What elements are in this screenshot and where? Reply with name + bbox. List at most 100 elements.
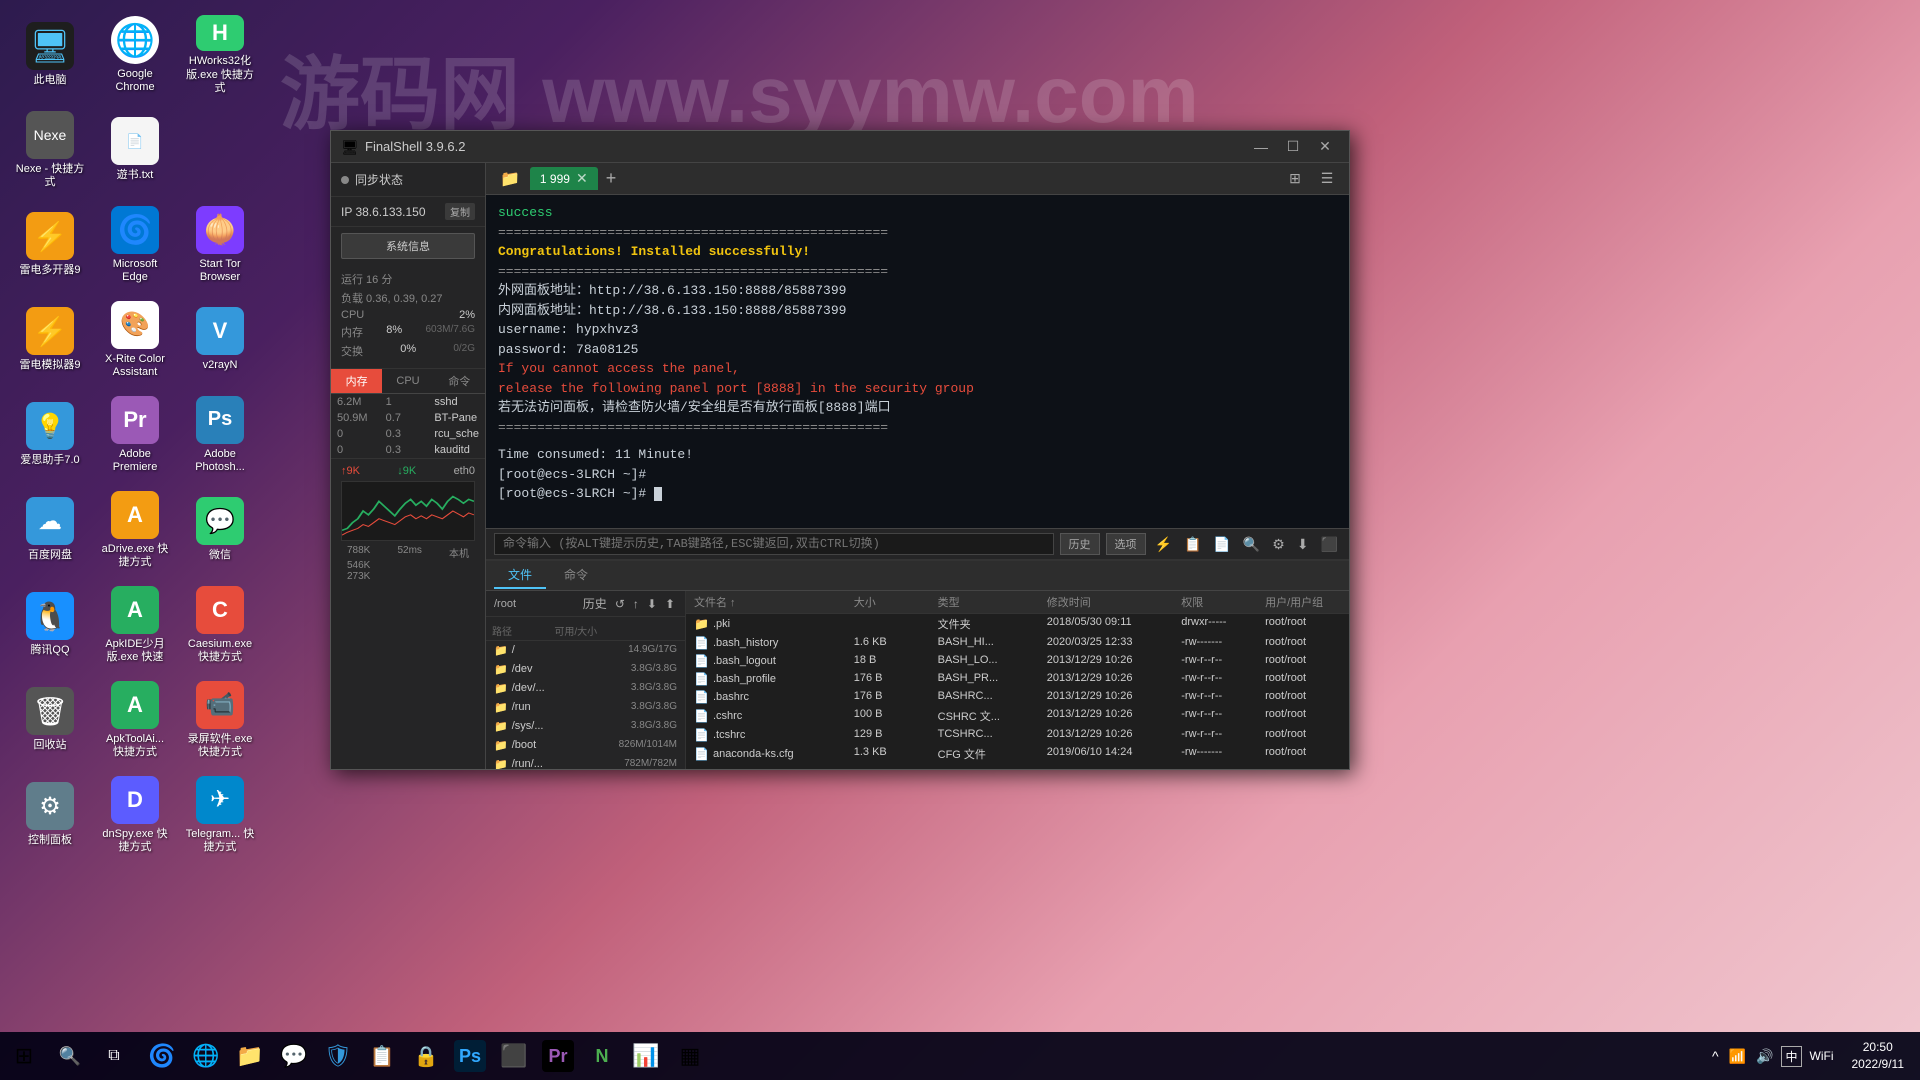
taskbar-360[interactable]: 🛡 [316, 1034, 360, 1078]
network-icon[interactable]: 📶 [1727, 1048, 1748, 1065]
disk-item-dev[interactable]: 📁/dev3.8G/3.8G [486, 660, 685, 679]
left-tab-cmd[interactable]: 命令 [434, 369, 485, 393]
net-stats: ↑9K ↓9K eth0 788K 52ms [331, 458, 485, 592]
window-cmd-icon[interactable]: ⬛ [1318, 536, 1341, 553]
list-view-button[interactable]: ☰ [1313, 169, 1341, 189]
left-panel: 同步状态 IP 38.6.133.150 复制 系统信息 运行 16 分 负载 … [331, 163, 486, 769]
icon-xrite[interactable]: 🎨 X-Rite Color Assistant [95, 295, 175, 385]
taskbar-chrome[interactable]: 🌐 [184, 1034, 228, 1078]
search-button[interactable]: 🔍 [48, 1034, 92, 1078]
file-row-cshrc[interactable]: 📄.cshrc 100 B CSHRC 文... 2013/12/29 10:2… [686, 706, 1349, 726]
volume-icon[interactable]: 🔊 [1754, 1048, 1775, 1065]
taskbar-ps[interactable]: Ps [448, 1034, 492, 1078]
icon-adrive[interactable]: A aDrive.exe 快捷方式 [95, 485, 175, 575]
start-button[interactable]: ⊞ [0, 1032, 48, 1080]
grid-view-button[interactable]: ⊞ [1281, 169, 1309, 189]
upload-tree-button[interactable]: ⬆ [663, 595, 677, 612]
icon-baidu[interactable]: ☁ 百度网盘 [10, 485, 90, 575]
copy-ip-button[interactable]: 复制 [445, 203, 475, 220]
minimize-button[interactable]: — [1247, 137, 1275, 157]
icon-adobe-pre[interactable]: Pr Adobe Premiere [95, 390, 175, 480]
icon-edge[interactable]: 🌀 Microsoft Edge [95, 200, 175, 290]
system-clock[interactable]: 20:50 2022/9/11 [1844, 1039, 1913, 1073]
icon-caesium[interactable]: C Caesium.exe 快捷方式 [180, 580, 260, 670]
disk-item-root[interactable]: 📁/14.9G/17G [486, 641, 685, 660]
wifi-icon[interactable]: WiFi [1808, 1049, 1836, 1063]
up-tree-button[interactable]: ↑ [631, 595, 641, 612]
file-row-anaconda[interactable]: 📄anaconda-ks.cfg 1.3 KB CFG 文件 2019/06/1… [686, 744, 1349, 764]
settings-cmd-icon[interactable]: ⚙ [1269, 536, 1288, 553]
file-row-tcshrc[interactable]: 📄.tcshrc 129 B TCSHRC... 2013/12/29 10:2… [686, 726, 1349, 744]
icon-nexe[interactable]: Nexe Nexe - 快捷方式 [10, 105, 90, 195]
icon-pc[interactable]: 🖥 此电脑 [10, 10, 90, 100]
icon-tor[interactable]: 🧅 Start Tor Browser [180, 200, 260, 290]
options-button[interactable]: 选项 [1106, 533, 1146, 555]
taskbar-edge[interactable]: 🌀 [140, 1034, 184, 1078]
copy-cmd-icon[interactable]: 📋 [1181, 536, 1204, 553]
history-button[interactable]: 历史 [1060, 533, 1100, 555]
history-tree-button[interactable]: 历史 [581, 595, 609, 612]
left-tab-mem[interactable]: 内存 [331, 369, 382, 393]
icon-apk[interactable]: A ApkIDE少月版.exe 快速 [95, 580, 175, 670]
icon-dnspy[interactable]: D dnSpy.exe 快捷方式 [95, 770, 175, 860]
add-tab-button[interactable]: + [602, 168, 621, 189]
icon-thunder[interactable]: ⚡ 雷电多开器9 [10, 200, 90, 290]
taskbar-app2[interactable]: 🔒 [404, 1034, 448, 1078]
icon-qq[interactable]: 🐧 腾讯QQ [10, 580, 90, 670]
task-view-button[interactable]: ⧉ [92, 1034, 136, 1078]
file-row-pki[interactable]: 📁.pki 文件夹 2018/05/30 09:11 drwxr----- ro… [686, 614, 1349, 634]
disk-item-boot[interactable]: 📁/boot826M/1014M [486, 736, 685, 755]
icon-wechat[interactable]: 💬 微信 [180, 485, 260, 575]
show-hidden-icon[interactable]: ^ [1710, 1048, 1721, 1064]
file-row-bash-profile[interactable]: 📄.bash_profile 176 B BASH_PR... 2013/12/… [686, 670, 1349, 688]
disk-item-run[interactable]: 📁/run3.8G/3.8G [486, 698, 685, 717]
icon-recycle[interactable]: 🗑 回收站 [10, 675, 90, 765]
icon-txt-label: 遊书.txt [117, 169, 154, 182]
session-tab-1[interactable]: 1 999 ✕ [530, 167, 598, 190]
taskbar-premiere[interactable]: Pr [536, 1034, 580, 1078]
lightning-icon[interactable]: ⚡ [1152, 536, 1175, 553]
icon-hworks[interactable]: H HWorks32化版.exe 快捷方式 [180, 10, 260, 100]
close-button[interactable]: ✕ [1311, 137, 1339, 157]
paste-cmd-icon[interactable]: 📄 [1210, 536, 1233, 553]
icon-apktool[interactable]: A ApkToolAi... 快捷方式 [95, 675, 175, 765]
cmd-input-field[interactable] [494, 533, 1054, 555]
taskbar-app1[interactable]: 📋 [360, 1034, 404, 1078]
file-row-bash-logout[interactable]: 📄.bash_logout 18 B BASH_LO... 2013/12/29… [686, 652, 1349, 670]
disk-item-dev2[interactable]: 📁/dev/...3.8G/3.8G [486, 679, 685, 698]
maximize-button[interactable]: ☐ [1279, 137, 1307, 157]
icon-txt[interactable]: 📄 遊书.txt [95, 105, 175, 195]
taskbar-excel[interactable]: 📊 [624, 1034, 668, 1078]
search-cmd-icon[interactable]: 🔍 [1240, 536, 1263, 553]
icon-photosh[interactable]: Ps Adobe Photosh... [180, 390, 260, 480]
tab-close-icon[interactable]: ✕ [576, 170, 588, 187]
file-panel-tab-files[interactable]: 文件 [494, 562, 546, 589]
lang-icon[interactable]: 中 [1781, 1046, 1801, 1067]
term-time: Time consumed: 11 Minute! [498, 445, 1337, 465]
disk-item-run2[interactable]: 📁/run/...782M/782M [486, 755, 685, 769]
icon-ai[interactable]: 💡 爱思助手7.0 [10, 390, 90, 480]
taskbar-app4[interactable]: ▦ [668, 1034, 712, 1078]
down-arrow-icon[interactable]: ⬇ [1294, 536, 1312, 553]
taskbar-terminal[interactable]: ⬛ [492, 1034, 536, 1078]
file-row-bashrc[interactable]: 📄.bashrc 176 B BASHRC... 2013/12/29 10:2… [686, 688, 1349, 706]
left-tab-cpu[interactable]: CPU [382, 369, 433, 393]
taskbar-nox[interactable]: N [580, 1034, 624, 1078]
icon-chrome[interactable]: 🌐 Google Chrome [95, 10, 175, 100]
icon-telegram[interactable]: ✈ Telegram... 快捷方式 [180, 770, 260, 860]
taskbar-wechat[interactable]: 💬 [272, 1034, 316, 1078]
icon-v2ray[interactable]: V v2rayN [180, 295, 260, 385]
icon-leimo[interactable]: ⚡ 雷电模拟器9 [10, 295, 90, 385]
icon-recorder[interactable]: 📹 录屏软件.exe 快捷方式 [180, 675, 260, 765]
file-row-bash-history[interactable]: 📄.bash_history 1.6 KB BASH_HI... 2020/03… [686, 634, 1349, 652]
file-panel-tab-cmd[interactable]: 命令 [550, 562, 602, 589]
icon-recorder-label: 录屏软件.exe 快捷方式 [185, 733, 255, 759]
download-tree-button[interactable]: ⬇ [645, 595, 659, 612]
sys-info-button[interactable]: 系统信息 [341, 233, 475, 259]
terminal-area[interactable]: success ================================… [486, 195, 1349, 528]
disk-item-sys[interactable]: 📁/sys/...3.8G/3.8G [486, 717, 685, 736]
refresh-tree-button[interactable]: ↺ [613, 595, 627, 612]
icon-control[interactable]: ⚙ 控制面板 [10, 770, 90, 860]
taskbar-files[interactable]: 📁 [228, 1034, 272, 1078]
folder-icon[interactable]: 📁 [494, 169, 526, 189]
